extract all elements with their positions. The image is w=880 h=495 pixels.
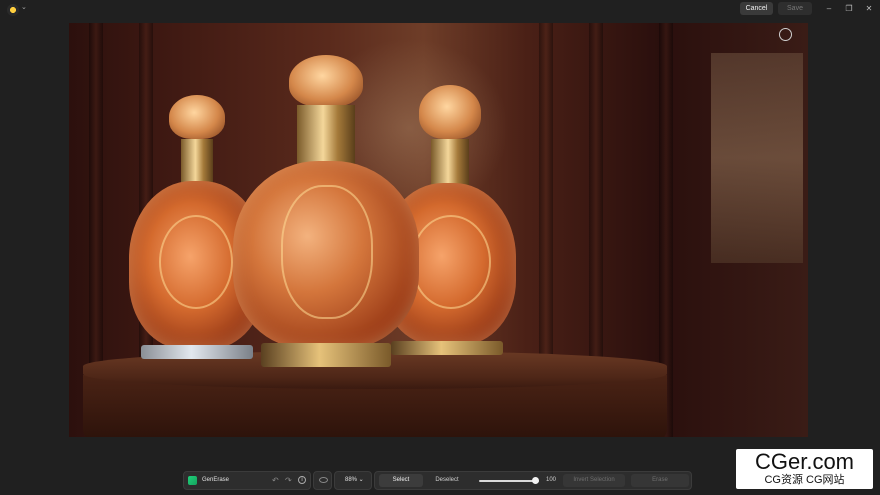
bottle-ornament (281, 185, 373, 319)
image-canvas[interactable] (69, 23, 808, 437)
bottle-neck (431, 139, 469, 187)
cancel-button[interactable]: Cancel (740, 2, 773, 15)
info-icon[interactable]: i (298, 476, 306, 484)
watermark-subtitle: CG资源 CG网站 (764, 474, 845, 486)
selection-group: Select Deselect 100 Invert Selection Era… (374, 471, 692, 490)
watermark: CGer.com CG资源 CG网站 (736, 449, 873, 489)
slider-handle[interactable] (531, 477, 539, 484)
invert-selection-button[interactable]: Invert Selection (563, 474, 625, 487)
select-button[interactable]: Select (379, 474, 423, 487)
generase-icon (188, 476, 197, 485)
bottle-neck (297, 105, 355, 167)
undo-icon[interactable]: ↶ (272, 475, 279, 487)
bottle-ornament (411, 215, 491, 309)
erase-button[interactable]: Erase (631, 474, 689, 487)
eye-icon[interactable] (319, 477, 328, 483)
deselect-button[interactable]: Deselect (425, 474, 469, 487)
watermark-title: CGer.com (754, 449, 855, 474)
app-logo-icon[interactable] (7, 4, 19, 16)
brush-size-value: 100 (546, 477, 557, 483)
zoom-group[interactable]: 88% ⌄ (334, 471, 372, 490)
bottle-base (261, 343, 391, 367)
bottle-cap (419, 85, 481, 139)
save-button[interactable]: Save (778, 2, 812, 15)
perfume-bottle-center (231, 55, 421, 373)
brush-size-slider[interactable] (479, 480, 539, 482)
tool-group: GenErase ↶ ↷ i (183, 471, 311, 490)
wall-panel (711, 53, 803, 263)
title-bar: ⌄ Cancel Save – ❐ ✕ (0, 0, 880, 20)
bottle-neck (181, 139, 213, 185)
bottle-ornament (159, 215, 233, 309)
tool-name: GenErase (202, 477, 230, 483)
minimize-icon[interactable]: – (823, 3, 835, 15)
zoom-dropdown[interactable]: 88% ⌄ (345, 472, 364, 489)
redo-icon[interactable]: ↷ (285, 475, 292, 487)
visibility-group (313, 471, 332, 490)
restore-icon[interactable]: ❐ (843, 3, 855, 15)
chevron-down-icon[interactable]: ⌄ (21, 3, 27, 11)
bottle-cap (289, 55, 363, 107)
bottle-cap (169, 95, 225, 139)
close-icon[interactable]: ✕ (863, 3, 875, 15)
brush-cursor (779, 28, 792, 41)
